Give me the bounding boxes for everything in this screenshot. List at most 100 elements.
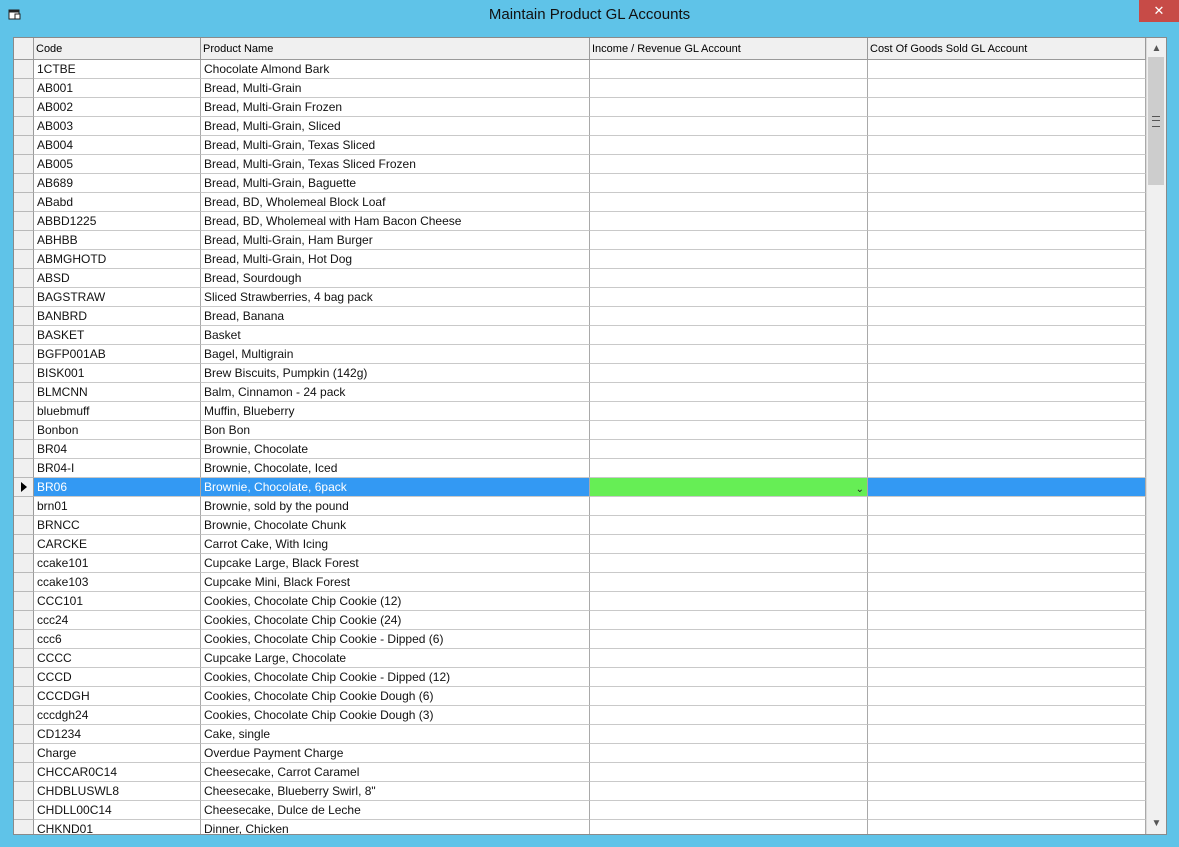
cell-product-name[interactable]: Brownie, Chocolate, 6pack [201,478,590,497]
table-row[interactable]: ccake101 Cupcake Large, Black Forest [14,554,1146,573]
cell-product-name[interactable]: Bread, Multi-Grain [201,79,590,98]
row-header[interactable] [14,326,34,345]
cell-cogs-account[interactable] [868,668,1146,687]
cell-product-name[interactable]: Bread, BD, Wholemeal Block Loaf [201,193,590,212]
cell-income-account[interactable] [590,611,868,630]
row-header[interactable] [14,573,34,592]
table-row[interactable]: ABBD1225 Bread, BD, Wholemeal with Ham Ba… [14,212,1146,231]
cell-cogs-account[interactable] [868,307,1146,326]
cell-product-name[interactable]: Basket [201,326,590,345]
cell-income-account[interactable] [590,174,868,193]
cell-cogs-account[interactable] [868,820,1146,834]
cell-code[interactable]: CHDBLUSWL8 [34,782,201,801]
row-header[interactable] [14,269,34,288]
cell-income-account[interactable] [590,535,868,554]
cell-cogs-account[interactable] [868,345,1146,364]
row-header[interactable] [14,725,34,744]
table-row[interactable]: ABSD Bread, Sourdough [14,269,1146,288]
cell-code[interactable]: CCCDGH [34,687,201,706]
cell-product-name[interactable]: Cookies, Chocolate Chip Cookie Dough (3) [201,706,590,725]
cell-income-account[interactable] [590,212,868,231]
table-row[interactable]: AB005 Bread, Multi-Grain, Texas Sliced Fr… [14,155,1146,174]
cell-code[interactable]: ABSD [34,269,201,288]
cell-cogs-account[interactable] [868,744,1146,763]
table-row[interactable]: BR04-I Brownie, Chocolate, Iced [14,459,1146,478]
table-row[interactable]: ccc24 Cookies, Chocolate Chip Cookie (24) [14,611,1146,630]
row-header[interactable] [14,383,34,402]
cell-code[interactable]: 1CTBE [34,60,201,79]
table-row[interactable]: ABabd Bread, BD, Wholemeal Block Loaf [14,193,1146,212]
table-row[interactable]: brn01 Brownie, sold by the pound [14,497,1146,516]
cell-cogs-account[interactable] [868,535,1146,554]
cell-code[interactable]: CHKND01 [34,820,201,834]
cell-code[interactable]: CCCC [34,649,201,668]
cell-product-name[interactable]: Brownie, Chocolate [201,440,590,459]
cell-product-name[interactable]: Chocolate Almond Bark [201,60,590,79]
cell-code[interactable]: Charge [34,744,201,763]
cell-income-account[interactable] [590,402,868,421]
row-header[interactable] [14,402,34,421]
cell-income-account[interactable] [590,573,868,592]
table-row[interactable]: CHDBLUSWL8 Cheesecake, Blueberry Swirl, 8… [14,782,1146,801]
row-header[interactable] [14,706,34,725]
cell-code[interactable]: CCC101 [34,592,201,611]
cell-product-name[interactable]: Cake, single [201,725,590,744]
chevron-down-icon[interactable]: ⌄ [856,481,864,496]
cell-product-name[interactable]: Bread, Multi-Grain, Texas Sliced [201,136,590,155]
cell-product-name[interactable]: Cookies, Chocolate Chip Cookie (24) [201,611,590,630]
cell-cogs-account[interactable] [868,630,1146,649]
cell-code[interactable]: BLMCNN [34,383,201,402]
cell-income-account[interactable] [590,459,868,478]
cell-product-name[interactable]: Dinner, Chicken [201,820,590,834]
cell-cogs-account[interactable] [868,573,1146,592]
cell-income-account[interactable] [590,269,868,288]
cell-product-name[interactable]: Carrot Cake, With Icing [201,535,590,554]
row-header[interactable] [14,288,34,307]
row-header[interactable] [14,174,34,193]
cell-cogs-account[interactable] [868,250,1146,269]
table-row[interactable]: Bonbon Bon Bon [14,421,1146,440]
row-header[interactable] [14,117,34,136]
row-header[interactable] [14,345,34,364]
cell-product-name[interactable]: Cookies, Chocolate Chip Cookie Dough (6) [201,687,590,706]
cell-code[interactable]: brn01 [34,497,201,516]
cell-code[interactable]: BANBRD [34,307,201,326]
cell-product-name[interactable]: Cheesecake, Carrot Caramel [201,763,590,782]
cell-code[interactable]: BGFP001AB [34,345,201,364]
table-row[interactable]: CCCDGH Cookies, Chocolate Chip Cookie Dou… [14,687,1146,706]
cell-product-name[interactable]: Brew Biscuits, Pumpkin (142g) [201,364,590,383]
cell-income-account[interactable] [590,497,868,516]
close-button[interactable]: ✕ [1139,0,1179,22]
cell-product-name[interactable]: Bread, Multi-Grain, Hot Dog [201,250,590,269]
cell-code[interactable]: BASKET [34,326,201,345]
cell-product-name[interactable]: Balm, Cinnamon - 24 pack [201,383,590,402]
cell-cogs-account[interactable] [868,687,1146,706]
cell-income-account[interactable] [590,744,868,763]
cell-product-name[interactable]: Brownie, sold by the pound [201,497,590,516]
table-row[interactable]: BLMCNN Balm, Cinnamon - 24 pack [14,383,1146,402]
table-row[interactable]: BGFP001AB Bagel, Multigrain [14,345,1146,364]
column-header-code[interactable]: Code [34,38,201,59]
cell-code[interactable]: ccc24 [34,611,201,630]
cell-income-account[interactable] [590,820,868,834]
cell-code[interactable]: CARCKE [34,535,201,554]
cell-income-account[interactable] [590,193,868,212]
income-account-dropdown[interactable]: ⌄ [590,478,868,497]
cell-income-account[interactable] [590,98,868,117]
cell-cogs-account[interactable] [868,440,1146,459]
row-header[interactable] [14,763,34,782]
cell-product-name[interactable]: Cookies, Chocolate Chip Cookie (12) [201,592,590,611]
row-header[interactable] [14,421,34,440]
cell-income-account[interactable] [590,725,868,744]
cell-income-account[interactable] [590,231,868,250]
cell-cogs-account[interactable] [868,383,1146,402]
row-header[interactable] [14,193,34,212]
cell-code[interactable]: BR04 [34,440,201,459]
cell-product-name[interactable]: Cookies, Chocolate Chip Cookie - Dipped … [201,630,590,649]
cell-cogs-account[interactable] [868,706,1146,725]
row-header[interactable] [14,231,34,250]
cell-cogs-account[interactable] [868,269,1146,288]
scrollbar-thumb[interactable] [1148,57,1164,185]
cell-product-name[interactable]: Cupcake Mini, Black Forest [201,573,590,592]
cell-product-name[interactable]: Cupcake Large, Chocolate [201,649,590,668]
